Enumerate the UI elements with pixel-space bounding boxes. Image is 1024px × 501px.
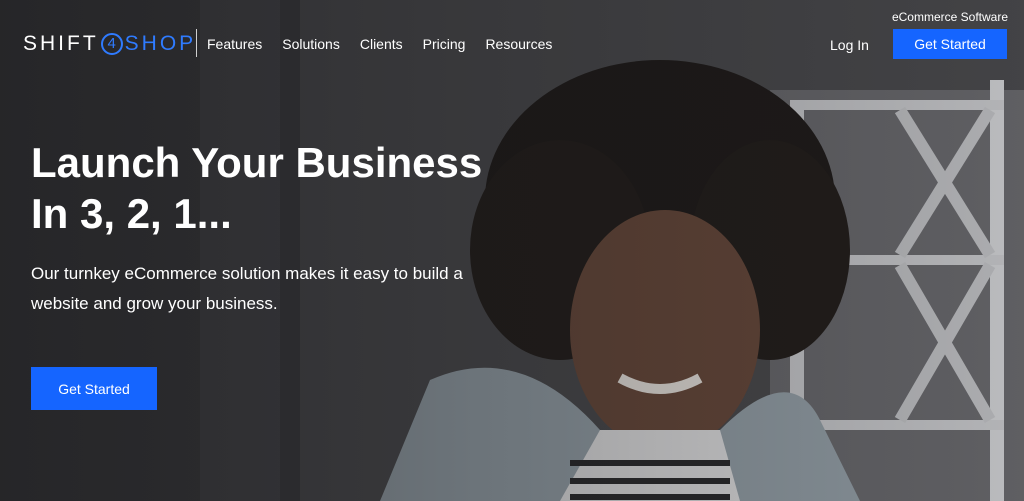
logo-text-shop: SHOP — [124, 32, 197, 55]
hero-get-started-button[interactable]: Get Started — [31, 367, 157, 410]
nav-clients[interactable]: Clients — [360, 35, 403, 53]
logo-divider — [196, 29, 197, 57]
header-get-started-button[interactable]: Get Started — [893, 29, 1007, 59]
nav-pricing[interactable]: Pricing — [423, 35, 466, 53]
nav-solutions[interactable]: Solutions — [282, 35, 340, 53]
shift4shop-logo[interactable]: SHIFT 4 SHOP — [23, 30, 196, 58]
tagline-ecommerce-software: eCommerce Software — [891, 10, 1008, 24]
hero-subcopy: Our turnkey eCommerce solution makes it … — [31, 264, 463, 313]
login-link[interactable]: Log In — [830, 37, 869, 53]
hero-headline-line1: Launch Your Business — [31, 139, 483, 186]
hero-headline: Launch Your Business In 3, 2, 1... — [31, 137, 551, 239]
hero-headline-line2: In 3, 2, 1... — [31, 190, 232, 237]
nav-features[interactable]: Features — [207, 35, 262, 53]
main-nav: Features Solutions Clients Pricing Resou… — [207, 35, 572, 53]
hero-section: SHIFT 4 SHOP Features Solutions Clients … — [0, 0, 1024, 501]
logo-four-badge: 4 — [100, 33, 123, 55]
top-navigation-bar: SHIFT 4 SHOP Features Solutions Clients … — [0, 0, 1024, 80]
logo-text-shift: SHIFT — [23, 32, 99, 55]
nav-resources[interactable]: Resources — [485, 35, 552, 53]
